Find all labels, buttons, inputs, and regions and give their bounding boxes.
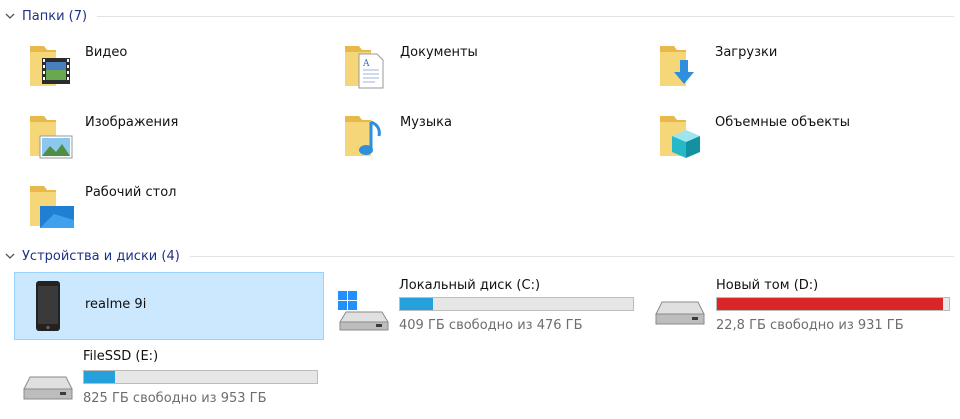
folder-label: Рабочий стол (85, 185, 177, 200)
folder-label: Музыка (400, 115, 452, 130)
phone-icon (36, 281, 60, 331)
hard-drive-icon (23, 376, 73, 400)
drive-usage-fill (717, 298, 944, 310)
drive-free-space: 825 ГБ свободно из 953 ГБ (83, 391, 267, 406)
group-header-devices[interactable]: Устройства и диски (4) (0, 246, 960, 266)
drive-free-space: 22,8 ГБ свободно из 931 ГБ (716, 318, 904, 333)
folder-tile-3d-objects[interactable]: Объемные объекты (650, 104, 950, 166)
group-title: Папки (7) (22, 8, 88, 24)
drive-label: FileSSD (E:) (83, 349, 159, 364)
drive-label: Новый том (D:) (716, 278, 819, 293)
music-folder-icon (345, 116, 381, 156)
svg-text:A: A (362, 59, 370, 69)
group-divider (97, 15, 954, 17)
system-drive-icon (338, 291, 389, 331)
folder-tile-documents[interactable]: A Документы (335, 34, 635, 96)
video-folder-icon (30, 46, 70, 86)
drive-free-space: 409 ГБ свободно из 476 ГБ (399, 318, 583, 333)
folder-tile-video[interactable]: Видео (20, 34, 320, 96)
group-divider (189, 255, 954, 257)
downloads-folder-icon (660, 46, 694, 86)
folder-label: Объемные объекты (715, 115, 850, 130)
folder-label: Видео (85, 45, 128, 60)
device-label: realme 9i (85, 297, 147, 312)
folder-tile-pictures[interactable]: Изображения (20, 104, 320, 166)
folder-label: Документы (400, 45, 478, 60)
drive-usage-fill (84, 371, 116, 383)
folder-label: Загрузки (715, 45, 778, 60)
3d-objects-folder-icon (660, 116, 700, 158)
folder-tile-downloads[interactable]: Загрузки (650, 34, 950, 96)
drive-tile-c[interactable]: Локальный диск (C:) 409 ГБ свободно из 4… (330, 272, 640, 340)
pictures-folder-icon (30, 116, 73, 159)
device-tile-phone[interactable]: realme 9i (14, 272, 324, 340)
group-title: Устройства и диски (4) (22, 248, 180, 264)
drive-usage-bar (716, 297, 950, 311)
drive-tile-e[interactable]: FileSSD (E:) 825 ГБ свободно из 953 ГБ (14, 345, 324, 413)
group-header-folders[interactable]: Папки (7) (0, 6, 960, 26)
drive-usage-bar (399, 297, 634, 311)
documents-folder-icon: A (345, 46, 384, 89)
drive-usage-bar (83, 370, 318, 384)
chevron-down-icon (5, 253, 15, 259)
hard-drive-icon (655, 301, 705, 325)
desktop-folder-icon (30, 186, 74, 228)
drive-label: Локальный диск (C:) (399, 278, 541, 293)
drive-usage-fill (400, 298, 433, 310)
folder-tile-desktop[interactable]: Рабочий стол (20, 174, 320, 236)
folder-label: Изображения (85, 115, 179, 130)
folder-tile-music[interactable]: Музыка (335, 104, 635, 166)
drive-tile-d[interactable]: Новый том (D:) 22,8 ГБ свободно из 931 Г… (646, 272, 956, 340)
chevron-down-icon (5, 13, 15, 19)
